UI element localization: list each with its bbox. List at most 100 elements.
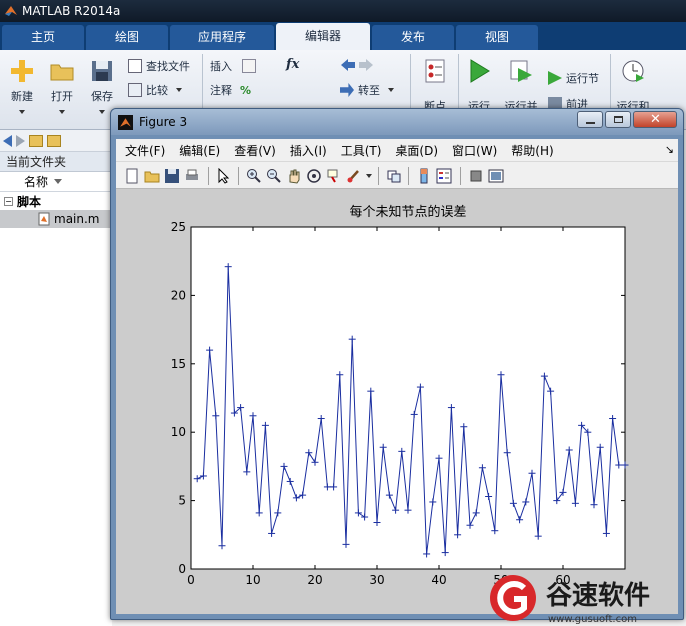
tab-apps[interactable]: 应用程序 (170, 25, 274, 50)
data-cursor-icon[interactable] (326, 168, 342, 184)
breakpoints-button[interactable]: 断点 (418, 58, 452, 113)
tab-publish[interactable]: 发布 (372, 25, 454, 50)
breakpoints-icon (425, 59, 445, 83)
legend-icon[interactable] (436, 168, 452, 184)
name-column-label: 名称 (24, 175, 49, 189)
pan-hand-icon[interactable] (286, 168, 302, 184)
tab-view[interactable]: 视图 (456, 25, 538, 50)
new-button[interactable]: 新建 (6, 58, 38, 114)
x-tick-label: 0 (187, 573, 195, 587)
maximize-icon (614, 116, 623, 123)
percent-icon: % (240, 83, 252, 97)
chevron-down-icon (176, 88, 182, 92)
save-button[interactable]: 保存 (86, 58, 118, 114)
figure-titlebar[interactable]: Figure 3 ✕ (111, 109, 683, 135)
dock-arrow-icon[interactable]: ↘ (665, 143, 674, 156)
comment-button[interactable]: 注释 % (210, 82, 251, 98)
brush-icon[interactable] (346, 168, 362, 184)
forward-arrow-icon[interactable] (16, 134, 25, 147)
error-line-chart[interactable]: 每个未知节点的误差 01020304050600510152025 (116, 189, 678, 614)
m-file-icon (38, 212, 50, 226)
menu-file[interactable]: 文件(F) (125, 142, 165, 159)
compare-button[interactable]: 比较 (128, 82, 182, 98)
y-tick-label: 20 (171, 288, 186, 302)
minimize-icon (586, 122, 595, 124)
rotate-3d-icon[interactable] (306, 168, 322, 184)
brush-dropdown-icon[interactable] (366, 174, 372, 178)
save-figure-icon[interactable] (164, 168, 180, 184)
run-section-button[interactable]: 运行节 (548, 70, 599, 86)
colorbar-icon[interactable] (416, 168, 432, 184)
menu-tools[interactable]: 工具(T) (341, 142, 382, 159)
menu-insert[interactable]: 插入(I) (290, 142, 327, 159)
figure-window: Figure 3 ✕ 文件(F) 编辑(E) 查看(V) 插入(I) 工具(T)… (110, 108, 684, 620)
collapse-icon[interactable]: − (4, 196, 13, 206)
toolbar-divider (408, 167, 409, 185)
tab-plots[interactable]: 绘图 (86, 25, 168, 50)
folder-nav-bar (0, 130, 112, 152)
tab-editor[interactable]: 编辑器 (276, 23, 370, 50)
menu-window[interactable]: 窗口(W) (452, 142, 497, 159)
menu-help[interactable]: 帮助(H) (511, 142, 553, 159)
insert-icon (242, 59, 256, 73)
find-files-button[interactable]: 查找文件 (128, 58, 190, 74)
insert-button[interactable]: 插入 (210, 58, 260, 74)
compare-label: 比较 (146, 84, 168, 97)
back-forward-buttons[interactable] (340, 58, 374, 72)
save-label: 保存 (91, 90, 113, 103)
run-advance-button[interactable]: 运行并 (502, 58, 540, 113)
up-folder-icon[interactable] (29, 134, 43, 147)
y-tick-label: 15 (171, 357, 186, 371)
back-arrow-icon[interactable] (3, 134, 12, 147)
pointer-icon[interactable] (216, 168, 232, 184)
open-label: 打开 (51, 90, 73, 103)
toolbar-divider (460, 167, 461, 185)
insert-label: 插入 (210, 60, 232, 73)
x-tick-label: 20 (307, 573, 322, 587)
run-and-time-button[interactable]: 运行和 (614, 58, 652, 113)
goto-button[interactable]: 转至 (340, 82, 394, 98)
show-plot-tools-icon[interactable] (488, 168, 504, 184)
run-advance-icon (510, 60, 532, 82)
menu-edit[interactable]: 编辑(E) (179, 142, 220, 159)
print-icon[interactable] (184, 168, 200, 184)
current-folder-label: 当前文件夹 (0, 152, 112, 172)
new-figure-icon[interactable] (124, 168, 140, 184)
current-folder-panel: 当前文件夹 名称 − 脚本 main.m (0, 130, 112, 626)
link-plot-icon[interactable] (386, 168, 402, 184)
compare-icon (128, 83, 142, 97)
tree-group-scripts[interactable]: − 脚本 (0, 192, 112, 210)
matlab-logo-icon (118, 115, 133, 130)
watermark-brand: 谷速软件 (546, 581, 650, 611)
group-label: 脚本 (17, 194, 42, 209)
hide-plot-tools-icon[interactable] (468, 168, 484, 184)
browse-folder-icon[interactable] (47, 134, 61, 147)
fx-button[interactable]: fx (286, 57, 299, 72)
minimize-button[interactable] (577, 111, 603, 128)
find-files-icon (128, 59, 142, 73)
new-label: 新建 (11, 90, 33, 103)
close-button[interactable]: ✕ (633, 111, 677, 128)
y-tick-label: 5 (178, 494, 186, 508)
run-button[interactable]: 运行 (464, 58, 494, 113)
goto-label: 转至 (358, 84, 380, 97)
run-section-label: 运行节 (566, 72, 599, 85)
zoom-out-icon[interactable] (266, 168, 282, 184)
menu-view[interactable]: 查看(V) (234, 142, 276, 159)
name-column-header[interactable]: 名称 (0, 172, 112, 192)
file-name: main.m (54, 212, 100, 226)
goto-arrow-icon (340, 83, 354, 97)
app-title: MATLAB R2014a (22, 4, 121, 18)
x-tick-label: 40 (431, 573, 446, 587)
file-item-main[interactable]: main.m (0, 210, 112, 228)
find-files-label: 查找文件 (146, 60, 190, 73)
open-button[interactable]: 打开 (46, 58, 78, 114)
tab-home[interactable]: 主页 (2, 25, 84, 50)
open-file-icon[interactable] (144, 168, 160, 184)
zoom-in-icon[interactable] (246, 168, 262, 184)
menu-desktop[interactable]: 桌面(D) (395, 142, 438, 159)
new-plus-icon (11, 60, 33, 82)
maximize-button[interactable] (605, 111, 631, 128)
y-tick-label: 10 (171, 425, 186, 439)
run-section-icon (548, 71, 562, 85)
